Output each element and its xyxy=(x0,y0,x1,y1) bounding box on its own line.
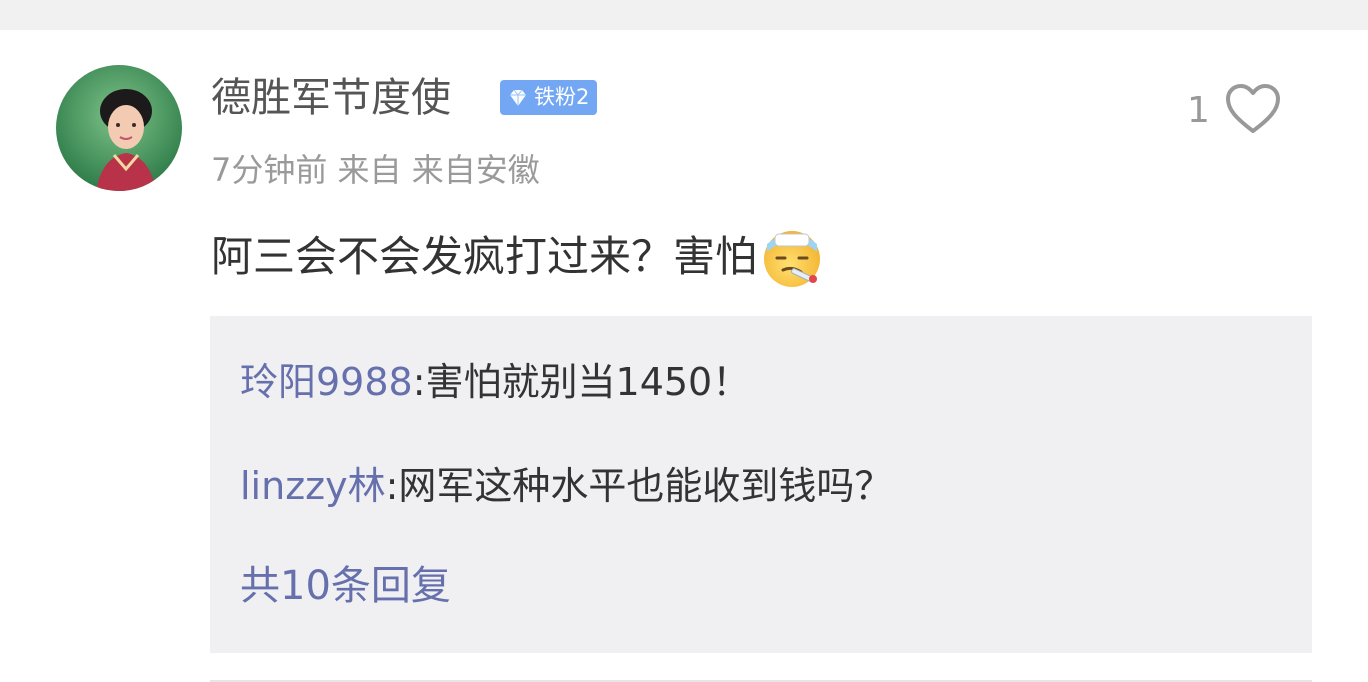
view-all-replies-link[interactable]: 共10条回复 xyxy=(240,562,451,610)
heart-icon[interactable] xyxy=(1224,82,1282,136)
username[interactable]: 德胜军节度使 xyxy=(211,74,451,122)
reply-author[interactable]: 玲阳9988 xyxy=(240,360,413,404)
sick-thermometer-emoji xyxy=(764,231,821,287)
diamond-icon xyxy=(510,89,526,106)
reply-item[interactable]: linzzy林:网军这种水平也能收到钱吗？ xyxy=(240,462,892,510)
comment-text: 阿三会不会发疯打过来？害怕 xyxy=(211,232,758,281)
reply-text: :害怕就别当1450！ xyxy=(412,360,751,404)
comment-meta: 7分钟前 来自 来自安徽 xyxy=(211,151,540,189)
reply-item[interactable]: 玲阳9988:害怕就别当1450！ xyxy=(240,358,750,406)
replies-panel: 玲阳9988:害怕就别当1450！ linzzy林:网军这种水平也能收到钱吗？ … xyxy=(210,316,1312,653)
fan-level-badge: 铁粉2 xyxy=(500,80,598,115)
user-avatar[interactable] xyxy=(56,65,182,191)
reply-author[interactable]: linzzy林 xyxy=(240,464,386,508)
reply-text: :网军这种水平也能收到钱吗？ xyxy=(385,464,893,508)
like-count: 1 xyxy=(1187,90,1210,131)
top-separator-bar xyxy=(0,0,1368,30)
badge-label: 铁粉2 xyxy=(534,85,590,109)
comment-text-row: 阿三会不会发疯打过来？害怕 xyxy=(211,226,825,288)
